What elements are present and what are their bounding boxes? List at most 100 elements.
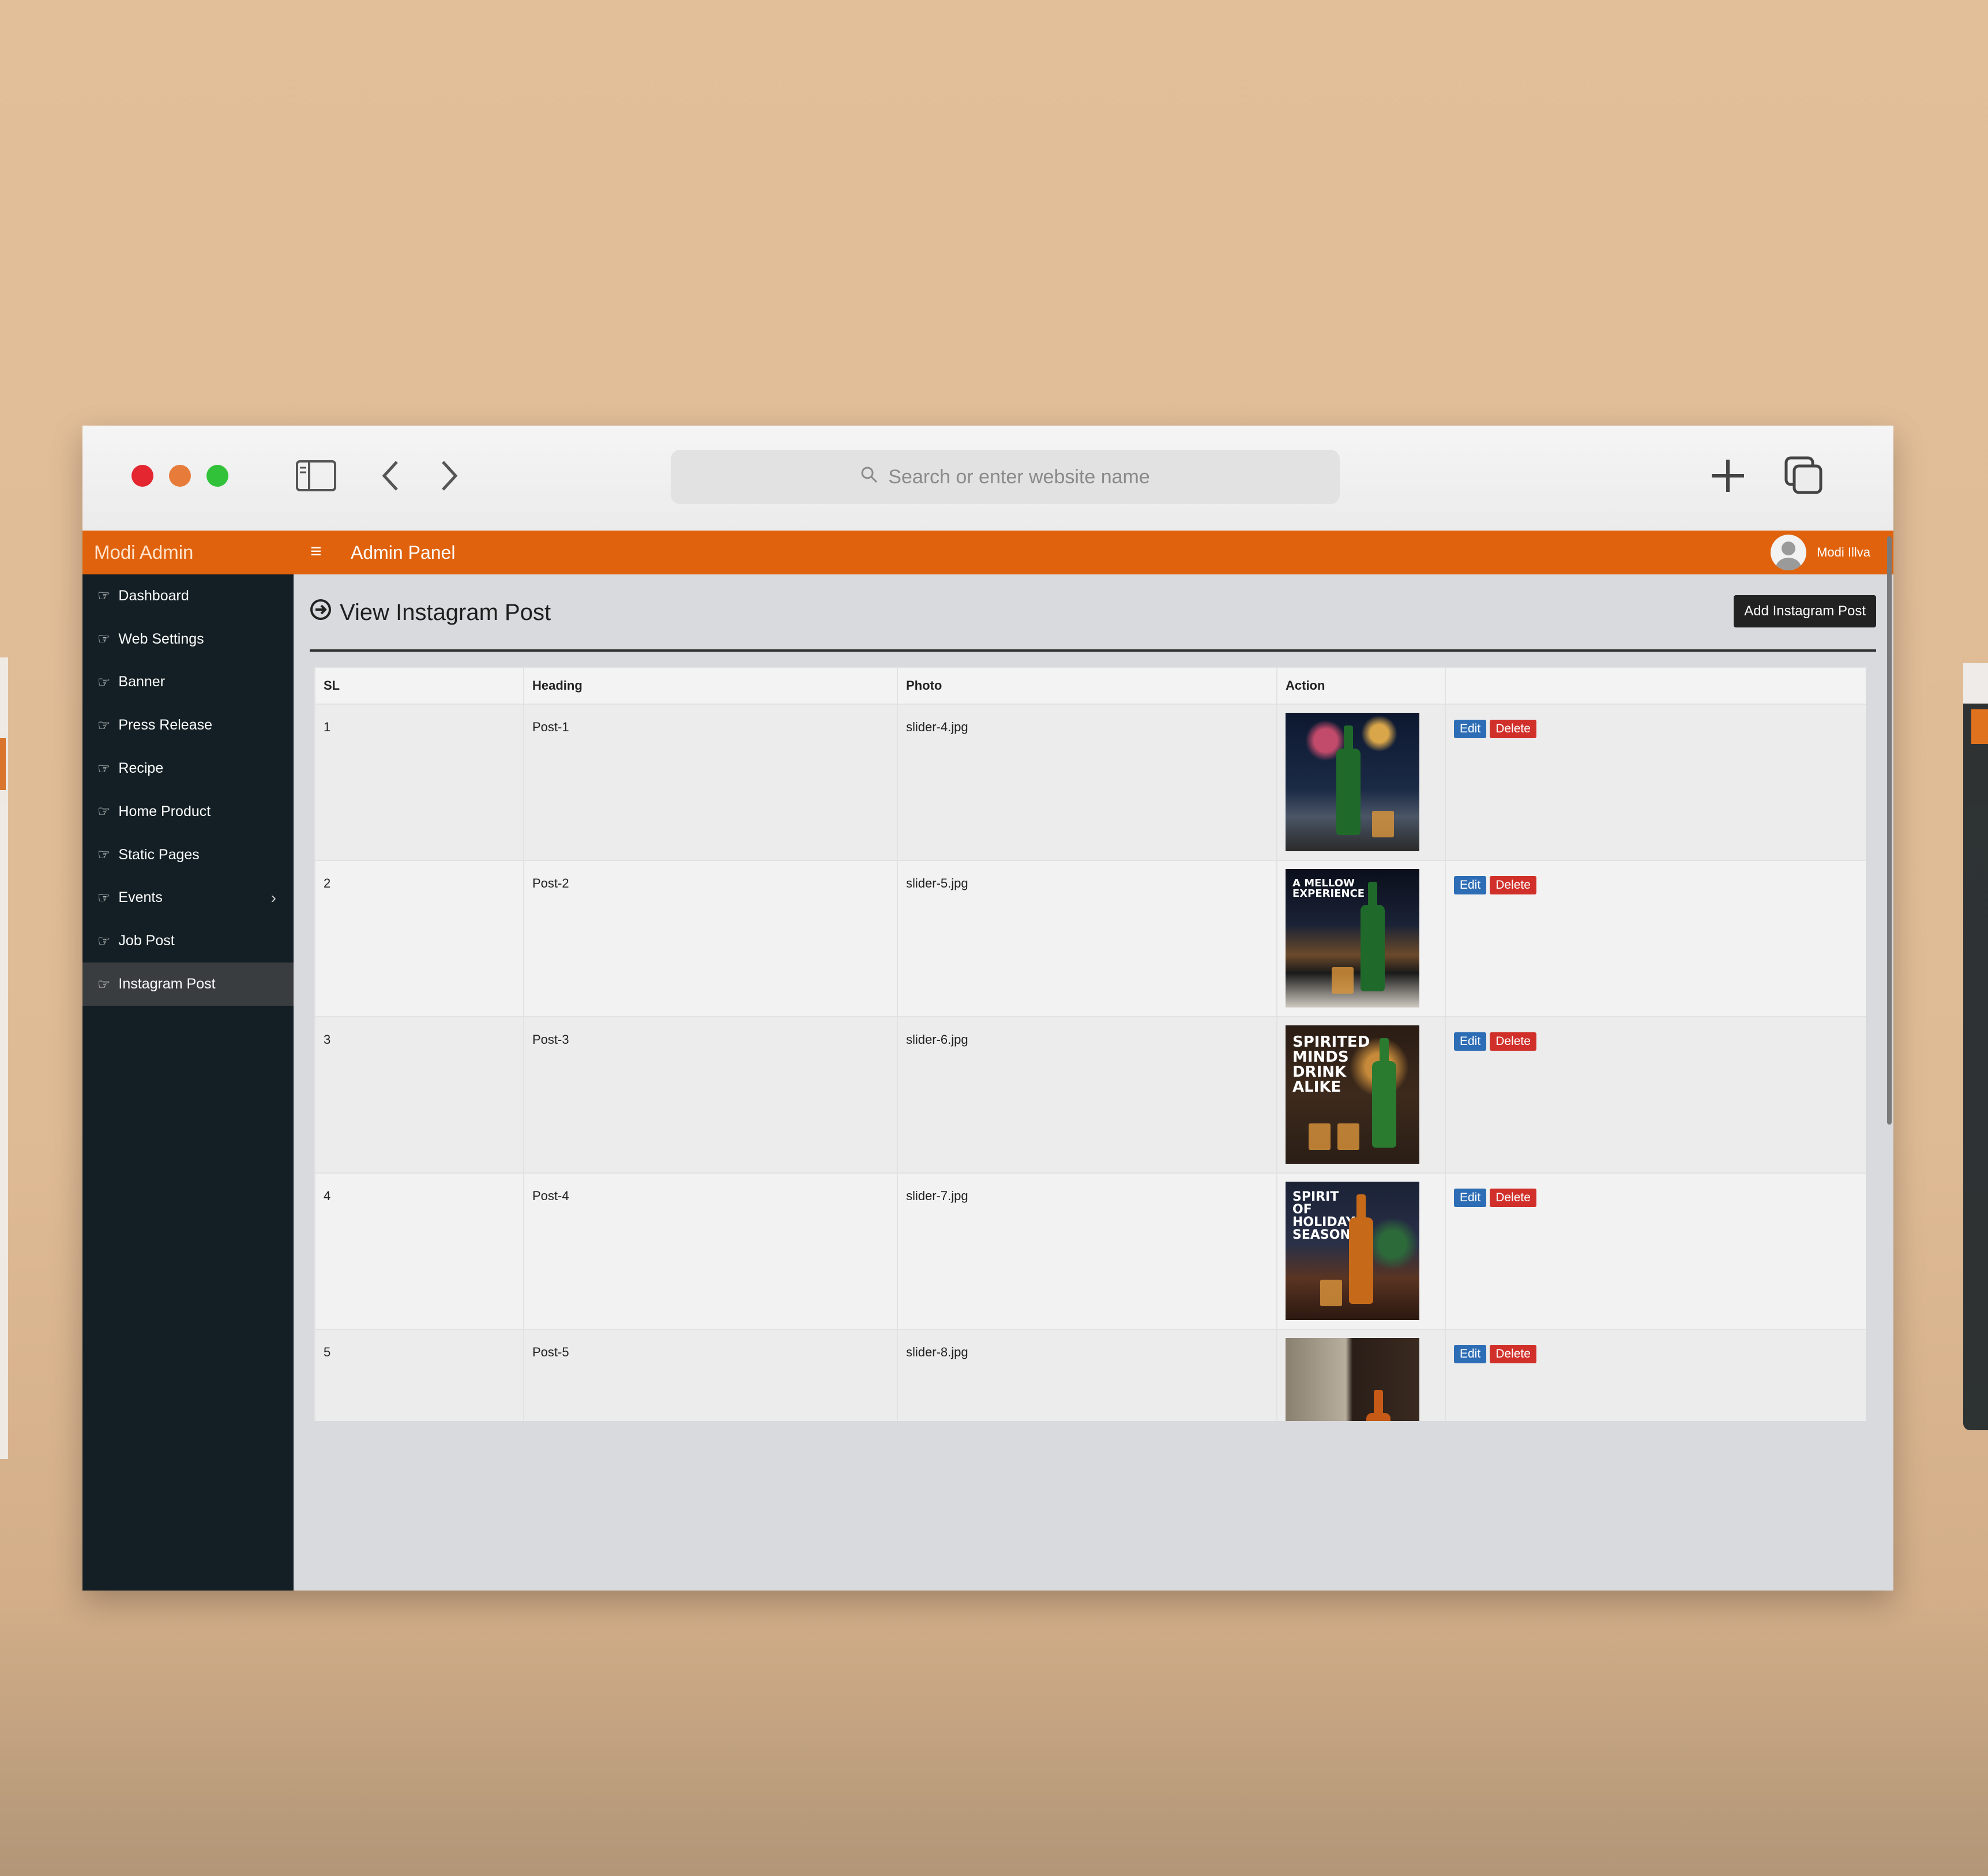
cell-heading: Post-1: [523, 704, 898, 861]
new-tab-icon[interactable]: [1705, 456, 1751, 496]
sidebar-item-label: Press Release: [118, 717, 212, 734]
cell-photo: slider-4.jpg: [897, 704, 1277, 861]
sidebar-item-instagram-post[interactable]: ☞ Instagram Post: [82, 963, 294, 1006]
hand-pointer-icon: ☞: [97, 631, 111, 648]
post-thumbnail-text: SPIRIT OF HOLIDAY SEASON: [1292, 1190, 1355, 1242]
sidebar-item-label: Banner: [118, 674, 166, 690]
top-navbar: Modi Admin ≡ Admin Panel Modi Illva: [82, 531, 1893, 574]
cell-heading: Post-2: [523, 860, 898, 1017]
brand-logo[interactable]: Modi Admin: [94, 531, 193, 574]
sidebar-item-press-release[interactable]: ☞ Press Release: [82, 704, 294, 747]
search-icon: [860, 466, 878, 488]
cell-photo: slider-5.jpg: [897, 860, 1277, 1017]
hamburger-menu-icon[interactable]: ≡: [310, 531, 322, 574]
delete-button[interactable]: Delete: [1490, 1189, 1536, 1207]
cell-heading: Post-3: [523, 1016, 898, 1174]
sidebar-item-dashboard[interactable]: ☞ Dashboard: [82, 574, 294, 618]
add-instagram-post-button[interactable]: Add Instagram Post: [1734, 595, 1876, 627]
cell-thumbnail: A MELLOW EXPERIENCE: [1276, 860, 1446, 1017]
user-name: Modi Illva: [1817, 545, 1870, 559]
cell-photo: slider-7.jpg: [897, 1172, 1277, 1330]
sidebar-item-label: Web Settings: [118, 630, 204, 647]
header-divider: [310, 649, 1876, 652]
cell-sl: 4: [314, 1172, 524, 1330]
delete-button[interactable]: Delete: [1490, 1345, 1536, 1363]
post-thumbnail: [1286, 1338, 1419, 1421]
back-icon[interactable]: [368, 456, 414, 496]
sidebar-item-static-pages[interactable]: ☞ Static Pages: [82, 833, 294, 877]
post-thumbnail: [1286, 713, 1419, 851]
sidebar-item-label: Dashboard: [118, 587, 189, 604]
table-row: 3 Post-3 slider-6.jpg SPIRITED MINDS DRI…: [314, 1016, 1866, 1174]
table-row: 5 Post-5 slider-8.jpg Edit Delete: [314, 1329, 1866, 1421]
sidebar-item-events[interactable]: ☞ Events ›: [82, 877, 294, 920]
edit-button[interactable]: Edit: [1454, 1189, 1487, 1207]
delete-button[interactable]: Delete: [1490, 720, 1536, 738]
scrollbar-thumb[interactable]: [1887, 536, 1892, 1125]
sidebar-item-web-settings[interactable]: ☞ Web Settings: [82, 618, 294, 661]
post-thumbnail-text: A MELLOW EXPERIENCE: [1292, 877, 1365, 900]
cell-sl: 1: [314, 704, 524, 861]
close-window-button[interactable]: [131, 465, 153, 487]
browser-window: Search or enter website name Modi Admin …: [82, 426, 1893, 1591]
cell-actions: Edit Delete: [1445, 1172, 1866, 1330]
cell-actions: Edit Delete: [1445, 1016, 1866, 1174]
hand-pointer-icon: ☞: [97, 803, 111, 820]
post-thumbnail: SPIRITED MINDS DRINK ALIKE: [1286, 1025, 1419, 1164]
edit-button[interactable]: Edit: [1454, 1345, 1487, 1363]
forward-icon[interactable]: [426, 456, 472, 496]
hand-pointer-icon: ☞: [97, 933, 111, 949]
column-header-action: Action: [1276, 667, 1446, 705]
sidebar-item-label: Events: [118, 889, 163, 906]
cell-photo: slider-6.jpg: [897, 1016, 1277, 1174]
table-row: 4 Post-4 slider-7.jpg SPIRIT OF HOLIDAY …: [314, 1172, 1866, 1330]
sidebar-item-home-product[interactable]: ☞ Home Product: [82, 790, 294, 833]
delete-button[interactable]: Delete: [1490, 876, 1536, 894]
sidebar-item-banner[interactable]: ☞ Banner: [82, 661, 294, 704]
avatar: [1771, 535, 1807, 570]
page-scrollbar[interactable]: [1885, 536, 1893, 1383]
browser-toolbar: Search or enter website name: [82, 426, 1893, 532]
minimize-window-button[interactable]: [169, 465, 191, 487]
hand-pointer-icon: ☞: [97, 889, 111, 906]
sidebar-item-label: Home Product: [118, 803, 211, 819]
maximize-window-button[interactable]: [206, 465, 228, 487]
sidebar-item-label: Recipe: [118, 760, 164, 777]
tab-overview-icon[interactable]: [1781, 456, 1827, 496]
cell-heading: Post-5: [523, 1329, 898, 1421]
background-window-left: [0, 657, 8, 1459]
address-bar[interactable]: Search or enter website name: [671, 450, 1340, 504]
main-content: View Instagram Post Add Instagram Post S…: [310, 574, 1876, 1427]
sidebar: ☞ Dashboard ☞ Web Settings ☞ Banner ☞ Press …: [82, 574, 294, 1591]
posts-table-container: SL Heading Photo Action 1 Post-1 slider-…: [314, 667, 1866, 1421]
cell-actions: Edit Delete: [1445, 1329, 1866, 1421]
sidebar-item-recipe[interactable]: ☞ Recipe: [82, 747, 294, 790]
posts-table: SL Heading Photo Action 1 Post-1 slider-…: [314, 667, 1866, 1421]
hand-pointer-icon: ☞: [97, 976, 111, 992]
edit-button[interactable]: Edit: [1454, 1032, 1487, 1051]
hand-pointer-icon: ☞: [97, 760, 111, 777]
edit-button[interactable]: Edit: [1454, 720, 1487, 738]
panel-title: Admin Panel: [351, 542, 456, 563]
page-title: View Instagram Post: [310, 584, 551, 641]
edit-button[interactable]: Edit: [1454, 876, 1487, 894]
hand-pointer-icon: ☞: [97, 588, 111, 604]
cell-thumbnail: SPIRITED MINDS DRINK ALIKE: [1276, 1016, 1446, 1174]
address-bar-placeholder: Search or enter website name: [888, 465, 1150, 488]
cell-actions: Edit Delete: [1445, 860, 1866, 1017]
sidebar-item-job-post[interactable]: ☞ Job Post: [82, 919, 294, 963]
arrow-circle-right-icon: [310, 599, 332, 626]
column-header-photo: Photo: [897, 667, 1277, 705]
hand-pointer-icon: ☞: [97, 847, 111, 863]
user-menu[interactable]: Modi Illva: [1771, 531, 1870, 574]
cell-actions: Edit Delete: [1445, 704, 1866, 861]
sidebar-item-label: Static Pages: [118, 846, 200, 863]
sidebar-item-label: Instagram Post: [118, 976, 216, 992]
post-thumbnail: A MELLOW EXPERIENCE: [1286, 869, 1419, 1007]
table-row: 1 Post-1 slider-4.jpg Edit Delete: [314, 704, 1866, 861]
sidebar-toggle-icon[interactable]: [293, 456, 339, 496]
page-header: View Instagram Post Add Instagram Post: [310, 584, 1876, 652]
cell-thumbnail: [1276, 704, 1446, 861]
delete-button[interactable]: Delete: [1490, 1032, 1536, 1051]
cell-heading: Post-4: [523, 1172, 898, 1330]
